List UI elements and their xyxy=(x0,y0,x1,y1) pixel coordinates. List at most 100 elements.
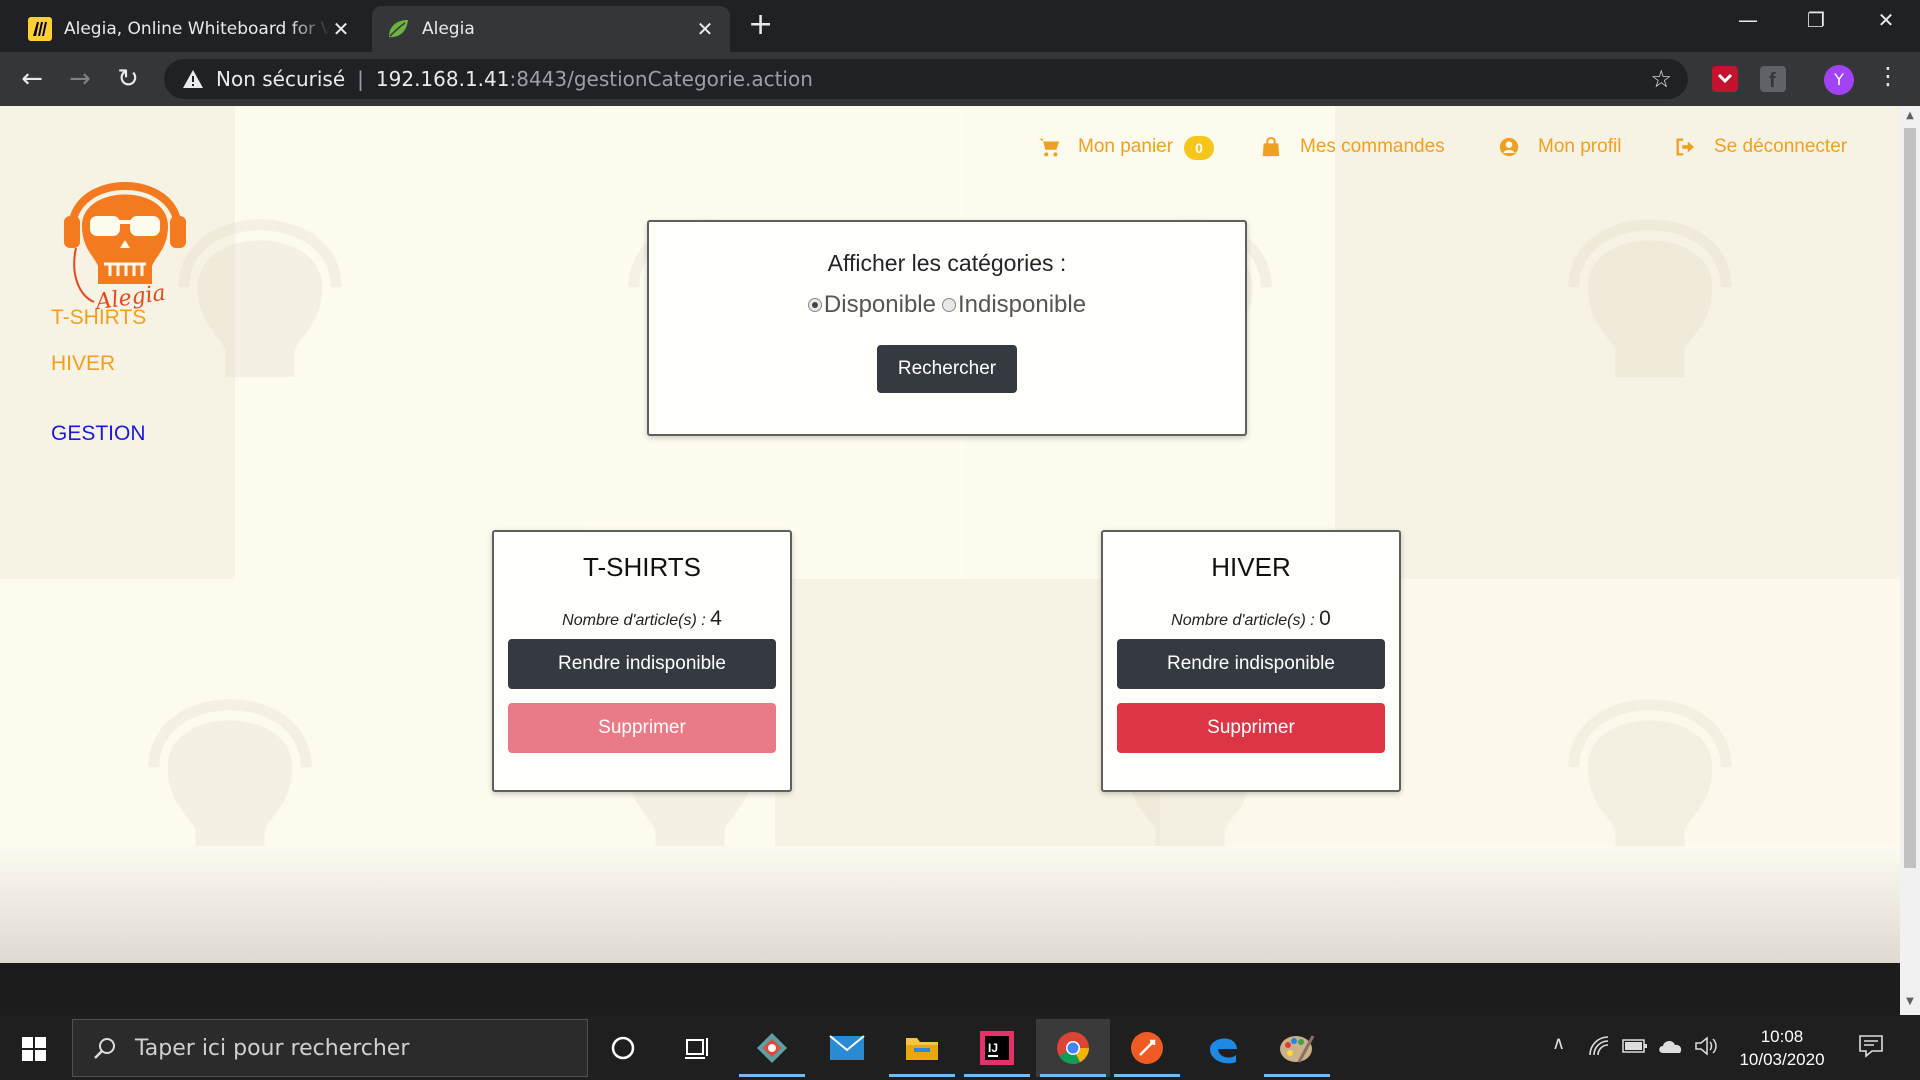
gitkraken-icon[interactable] xyxy=(735,1019,809,1077)
tab-title: Alegia, Online Whiteboard for Vis xyxy=(64,19,330,39)
file-explorer-icon[interactable] xyxy=(885,1019,959,1077)
nav-profile-label: Mon profil xyxy=(1538,136,1622,157)
article-count: Nombre d'article(s) : 0 xyxy=(1103,607,1399,631)
taskbar-search-box[interactable]: Taper ici pour rechercher xyxy=(72,1019,588,1077)
skull-watermark xyxy=(178,219,342,378)
make-unavailable-button[interactable]: Rendre indisponible xyxy=(508,639,776,689)
radio-disponible-label[interactable]: Disponible xyxy=(824,291,936,319)
article-count-value: 4 xyxy=(710,607,722,630)
availability-radio-group: Disponible Indisponible xyxy=(649,291,1245,319)
close-tab-icon[interactable]: ✕ xyxy=(694,17,716,41)
category-card-hiver: HIVER Nombre d'article(s) : 0 Rendre ind… xyxy=(1101,530,1401,792)
user-circle-icon xyxy=(1499,137,1519,157)
category-name: HIVER xyxy=(1211,552,1291,582)
scroll-up-icon[interactable]: ▲ xyxy=(1904,110,1916,121)
browser-tab-strip: Alegia, Online Whiteboard for Vis ✕ Aleg… xyxy=(0,0,1920,52)
onedrive-cloud-icon[interactable] xyxy=(1658,1037,1684,1055)
cortana-icon[interactable] xyxy=(586,1019,660,1077)
article-count-label: Nombre d'article(s) : xyxy=(1171,612,1315,629)
pocket-extension-icon[interactable] xyxy=(1712,66,1738,92)
radio-disponible[interactable] xyxy=(807,298,822,312)
article-count: Nombre d'article(s) : 4 xyxy=(494,607,790,631)
edge-icon[interactable] xyxy=(1186,1019,1260,1077)
tab-miro[interactable]: Alegia, Online Whiteboard for Vis ✕ xyxy=(14,6,366,52)
sidebar-item-hiver[interactable]: HIVER xyxy=(51,352,115,376)
tab-alegia[interactable]: Alegia ✕ xyxy=(372,6,730,52)
nav-orders-link[interactable]: Mes commandes xyxy=(1260,136,1445,158)
chrome-icon[interactable] xyxy=(1036,1019,1110,1077)
delete-button[interactable]: Supprimer xyxy=(1117,703,1385,753)
running-indicator xyxy=(1040,1074,1106,1077)
category-filter-panel: Afficher les catégories : Disponible Ind… xyxy=(647,220,1247,436)
nav-orders-label: Mes commandes xyxy=(1300,136,1445,157)
bookmark-star-icon[interactable]: ☆ xyxy=(1650,65,1672,93)
filter-title: Afficher les catégories : xyxy=(827,250,1067,276)
forward-arrow-icon[interactable]: → xyxy=(64,63,96,95)
restore-icon[interactable]: ❐ xyxy=(1796,8,1836,32)
reload-icon[interactable]: ↻ xyxy=(112,63,144,95)
security-label[interactable]: Non sécurisé xyxy=(216,67,345,91)
back-arrow-icon[interactable]: ← xyxy=(16,63,48,95)
windows-taskbar: Taper ici pour rechercher IJ ∧ 10:08 10/… xyxy=(0,1015,1920,1080)
cart-icon xyxy=(1038,138,1060,157)
category-name: T-SHIRTS xyxy=(583,552,701,582)
show-hidden-icons[interactable]: ∧ xyxy=(1552,1033,1565,1054)
nav-profile-link[interactable]: Mon profil xyxy=(1498,136,1621,158)
search-button[interactable]: Rechercher xyxy=(877,345,1017,393)
running-indicator xyxy=(739,1074,805,1077)
running-indicator xyxy=(1114,1074,1180,1077)
search-icon xyxy=(94,1038,115,1059)
radio-indisponible-label[interactable]: Indisponible xyxy=(958,291,1086,319)
scroll-down-icon[interactable]: ▼ xyxy=(1904,996,1916,1007)
facebook-extension-icon[interactable]: f xyxy=(1760,66,1786,92)
warning-icon xyxy=(183,70,203,88)
task-view-icon[interactable] xyxy=(660,1019,734,1077)
taskbar-search-placeholder: Taper ici pour rechercher xyxy=(135,1035,410,1061)
wifi-icon[interactable] xyxy=(1588,1035,1610,1057)
nav-logout-label: Se déconnecter xyxy=(1714,136,1848,157)
new-tab-button[interactable]: + xyxy=(748,10,773,40)
url-host: 192.168.1.41 xyxy=(375,67,510,91)
running-indicator xyxy=(889,1074,955,1077)
battery-icon[interactable] xyxy=(1622,1037,1648,1055)
close-tab-icon[interactable]: ✕ xyxy=(330,17,352,41)
category-card-tshirts: T-SHIRTS Nombre d'article(s) : 4 Rendre … xyxy=(492,530,792,792)
intellij-icon[interactable]: IJ xyxy=(960,1019,1034,1077)
url-path: :8443/gestionCategorie.action xyxy=(509,67,813,91)
cart-count-badge: 0 xyxy=(1184,136,1214,160)
browser-toolbar: ← → ↻ Non sécurisé | 192.168.1.41:8443/g… xyxy=(0,52,1920,106)
page-bottom-shade xyxy=(0,846,1900,963)
delete-button[interactable]: Supprimer xyxy=(508,703,776,753)
nav-logout-link[interactable]: Se déconnecter xyxy=(1674,136,1847,158)
postman-icon[interactable] xyxy=(1110,1019,1184,1077)
paint-icon[interactable] xyxy=(1260,1019,1334,1077)
make-unavailable-button[interactable]: Rendre indisponible xyxy=(1117,639,1385,689)
svg-text:IJ: IJ xyxy=(988,1041,998,1055)
article-count-label: Nombre d'article(s) : xyxy=(562,612,706,629)
page-scrollbar[interactable]: ▲ ▼ xyxy=(1900,106,1920,1015)
nav-cart-label: Mon panier xyxy=(1078,136,1174,157)
url-separator: | xyxy=(357,67,364,91)
profile-avatar[interactable]: Y xyxy=(1824,65,1854,95)
page-footer xyxy=(0,963,1900,1015)
notification-center-icon[interactable] xyxy=(1858,1033,1884,1059)
system-clock[interactable]: 10:08 10/03/2020 xyxy=(1730,1025,1834,1071)
tab-title: Alegia xyxy=(422,19,475,39)
sidebar-item-gestion[interactable]: GESTION xyxy=(51,422,146,446)
address-bar[interactable]: Non sécurisé | 192.168.1.41:8443/gestion… xyxy=(164,59,1688,99)
sidebar-item-tshirts[interactable]: T-SHIRTS xyxy=(51,306,146,330)
alegia-skull-logo[interactable]: Alegia xyxy=(60,156,190,316)
mail-icon[interactable] xyxy=(810,1019,884,1077)
windows-start-icon[interactable] xyxy=(22,1037,46,1061)
browser-menu-icon[interactable]: ⋮ xyxy=(1876,62,1900,90)
volume-icon[interactable] xyxy=(1694,1035,1718,1057)
scrollbar-thumb[interactable] xyxy=(1904,128,1916,868)
spring-leaf-icon xyxy=(389,20,408,38)
clock-date: 10/03/2020 xyxy=(1739,1050,1825,1069)
window-close-icon[interactable]: ✕ xyxy=(1866,8,1906,32)
nav-cart-link[interactable]: Mon panier xyxy=(1038,136,1173,158)
article-count-value: 0 xyxy=(1319,607,1331,630)
skull-watermark xyxy=(1568,219,1732,378)
minimize-icon[interactable]: — xyxy=(1728,8,1768,32)
radio-indisponible[interactable] xyxy=(941,298,956,312)
